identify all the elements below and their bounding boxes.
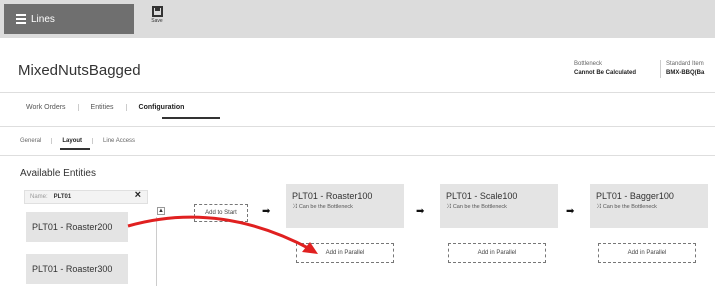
active-tab-indicator: [162, 117, 220, 119]
entity-item-roaster300[interactable]: PLT01 - Roaster300: [26, 254, 128, 284]
subtab-general[interactable]: General: [20, 138, 53, 144]
bottleneck-label: Bottleneck: [574, 61, 603, 67]
available-entities-title: Available Entities: [20, 168, 96, 179]
page-title: MixedNutsBagged: [18, 62, 141, 79]
bottleneck-flag: ⤨ Can be the Bottleneck: [596, 204, 702, 211]
add-in-parallel-dropzone[interactable]: Add in Parallel: [448, 243, 546, 263]
tab-work-orders[interactable]: Work Orders: [14, 104, 79, 111]
station-scale100[interactable]: PLT01 - Scale100 ⤨ Can be the Bottleneck: [440, 184, 558, 228]
save-icon: [151, 6, 163, 17]
bottleneck-flag: ⤨ Can be the Bottleneck: [292, 204, 398, 211]
station-roaster100[interactable]: PLT01 - Roaster100 ⤨ Can be the Bottlenec…: [286, 184, 404, 228]
tab-configuration[interactable]: Configuration: [127, 104, 197, 111]
shuffle-icon: ⤨: [596, 204, 601, 210]
flow-arrow-icon: ➡: [262, 206, 271, 217]
station-name: PLT01 - Bagger100: [596, 191, 674, 201]
flow-arrow-icon: ➡: [416, 206, 425, 217]
entity-list-scrollbar[interactable]: [156, 217, 157, 286]
divider: [0, 126, 715, 127]
hamburger-icon: [16, 12, 26, 26]
save-button[interactable]: Save: [146, 6, 168, 34]
clear-search-icon[interactable]: ×: [135, 189, 141, 201]
add-in-parallel-dropzone[interactable]: Add in Parallel: [296, 243, 394, 263]
divider: [0, 92, 715, 93]
save-label: Save: [151, 18, 163, 24]
lines-menu-button[interactable]: Lines: [4, 4, 134, 34]
config-subtabs: General Layout Line Access: [20, 138, 155, 144]
search-value: PLT01: [53, 194, 72, 200]
bottleneck-status: Bottleneck Cannot Be Calculated: [574, 60, 636, 78]
standard-item-status: Standard Item BMX-BBQ(Ba: [660, 60, 704, 78]
bottleneck-text: Can be the Bottleneck: [452, 204, 507, 210]
subtab-line-access[interactable]: Line Access: [103, 138, 145, 144]
lines-menu-label: Lines: [31, 13, 55, 25]
bottleneck-value: Cannot Be Calculated: [574, 70, 637, 76]
main-tabs: Work Orders Entities Configuration: [14, 104, 196, 111]
add-to-start-dropzone[interactable]: Add to Start: [194, 204, 248, 222]
entity-search-input[interactable]: Name: PLT01 ×: [24, 189, 148, 204]
flow-arrow-icon: ➡: [566, 206, 575, 217]
entity-item-roaster200[interactable]: PLT01 - Roaster200: [26, 212, 128, 242]
station-bagger100[interactable]: PLT01 - Bagger100 ⤨ Can be the Bottleneck: [590, 184, 708, 228]
station-name: PLT01 - Roaster100: [292, 191, 373, 201]
bottleneck-text: Can be the Bottleneck: [602, 204, 657, 210]
search-placeholder: Name:: [30, 194, 48, 200]
shuffle-icon: ⤨: [292, 204, 297, 210]
active-subtab-indicator: [60, 148, 90, 150]
top-toolbar: Lines Save: [0, 0, 715, 38]
station-name: PLT01 - Scale100: [446, 191, 518, 201]
bottleneck-text: Can be the Bottleneck: [298, 204, 353, 210]
shuffle-icon: ⤨: [446, 204, 451, 210]
scroll-up-icon[interactable]: ▲: [157, 207, 165, 215]
standard-item-label: Standard Item: [666, 61, 704, 67]
bottleneck-flag: ⤨ Can be the Bottleneck: [446, 204, 552, 211]
add-in-parallel-dropzone[interactable]: Add in Parallel: [598, 243, 696, 263]
tab-entities[interactable]: Entities: [79, 104, 127, 111]
divider: [0, 155, 715, 156]
subtab-layout[interactable]: Layout: [62, 138, 94, 144]
standard-item-value: BMX-BBQ(Ba: [666, 70, 705, 76]
